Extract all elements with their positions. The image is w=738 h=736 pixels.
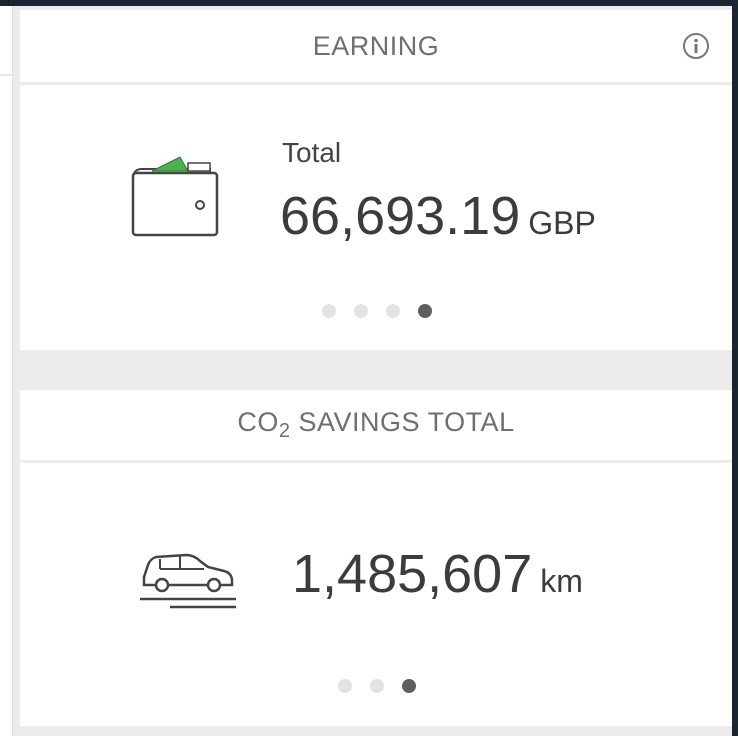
pagination-dot-active[interactable] — [418, 304, 432, 318]
top-bar — [0, 0, 738, 6]
earning-card-header: EARNING — [20, 10, 732, 85]
co2-pagination — [338, 679, 416, 693]
earning-card-body: Total 66,693.19 GBP — [20, 85, 732, 350]
pagination-dot-active[interactable] — [402, 679, 416, 693]
co2-unit: km — [540, 563, 583, 599]
info-icon[interactable] — [682, 32, 710, 60]
pagination-dot[interactable] — [386, 304, 400, 318]
earning-total-label: Total — [282, 137, 342, 168]
earning-pagination — [322, 304, 432, 318]
earning-amount: 66,693.19 — [280, 186, 521, 246]
wallet-icon — [131, 156, 219, 237]
earning-card-title: EARNING — [312, 30, 440, 61]
right-panel-edge — [732, 6, 738, 736]
co2-card-body: 1,485,607 km — [20, 463, 732, 726]
co2-card-header: CO2 SAVINGS TOTAL — [20, 390, 732, 463]
left-panel-edge — [0, 6, 13, 736]
pagination-dot[interactable] — [354, 304, 368, 318]
co2-total-value: 1,485,607 km — [292, 543, 583, 605]
pagination-dot[interactable] — [370, 679, 384, 693]
earning-card: EARNING Total 66,693.19 GBP — [20, 10, 732, 350]
earning-total-value: 66,693.19 GBP — [280, 185, 596, 247]
pagination-dot[interactable] — [338, 679, 352, 693]
co2-distance: 1,485,607 — [292, 544, 533, 604]
earning-currency: GBP — [528, 205, 596, 241]
car-icon — [140, 553, 236, 609]
co2-card: CO2 SAVINGS TOTAL 1,485,607 km — [20, 390, 732, 726]
co2-card-title: CO2 SAVINGS TOTAL — [237, 407, 515, 442]
pagination-dot[interactable] — [322, 304, 336, 318]
